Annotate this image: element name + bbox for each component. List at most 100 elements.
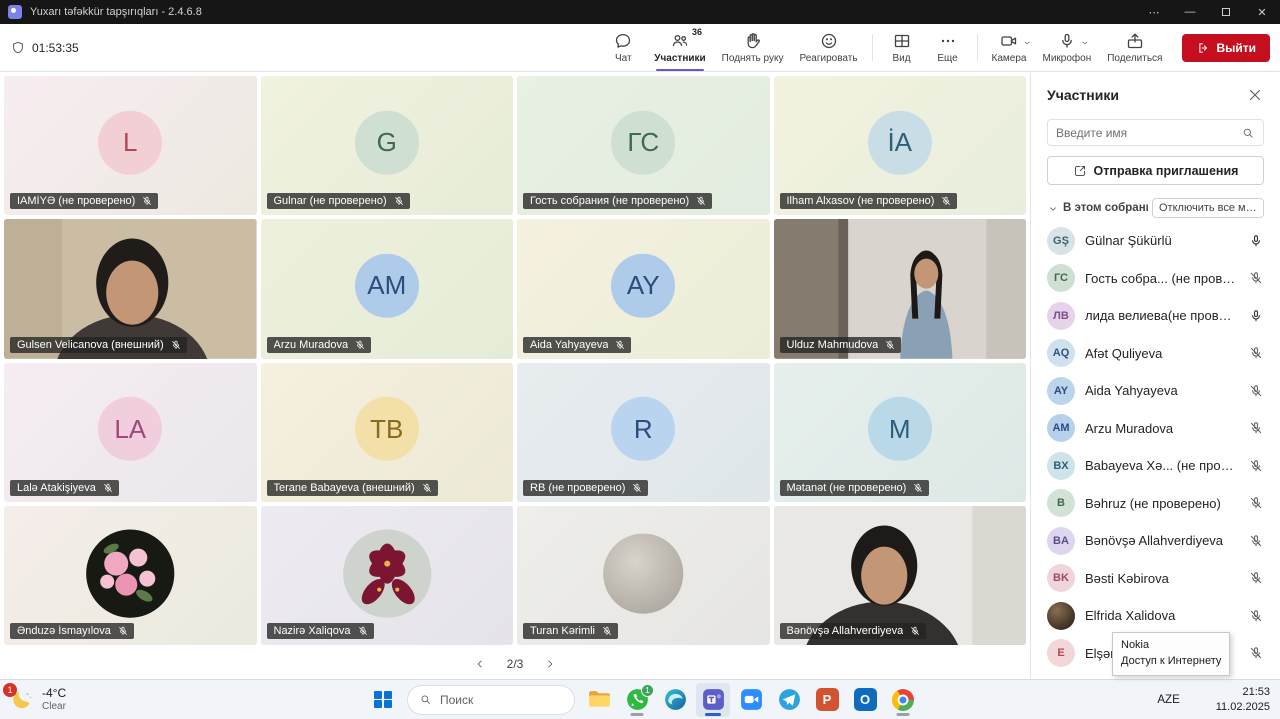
taskbar-app-telegram[interactable] — [772, 683, 806, 717]
chevron-down-icon[interactable] — [1022, 35, 1032, 45]
participant-row[interactable]: BXBabayeva Xə... (не проверено) — [1047, 447, 1264, 485]
participant-row[interactable]: GŞGülnar Şükürlü — [1047, 222, 1264, 260]
avatar: AY — [611, 254, 675, 318]
maximize-button[interactable] — [1208, 0, 1244, 24]
participant-row[interactable]: BK Bəsti Kəbirova — [1047, 560, 1264, 598]
edge-icon — [663, 687, 688, 712]
mic-off-icon[interactable] — [1248, 383, 1264, 399]
avatar: GŞ — [1047, 227, 1075, 255]
participant-name: Arzu Muradova — [274, 339, 349, 351]
avatar: AM — [355, 254, 419, 318]
video-tile[interactable]: Turan Kərimli — [517, 506, 770, 645]
taskbar-app-chrome[interactable] — [886, 683, 920, 717]
video-tile[interactable]: İAIlham Alxasov (не проверено) — [774, 76, 1027, 215]
clock-date: 11.02.2025 — [1216, 700, 1270, 715]
taskbar-app-outlook[interactable]: O — [848, 683, 882, 717]
minimize-button[interactable]: — — [1172, 0, 1208, 24]
taskbar-search[interactable]: Поиск — [407, 685, 575, 715]
weather-widget[interactable]: 1 -4°C Clear — [10, 680, 66, 719]
participant-row[interactable]: ГСГость собра... (не проверено) — [1047, 260, 1264, 298]
mic-icon[interactable] — [1248, 233, 1264, 249]
mic-off-icon[interactable] — [1248, 608, 1264, 624]
toolbar-item-chat[interactable]: Чат — [600, 24, 646, 71]
participant-name: Lalə Atakişiyeva — [17, 482, 96, 494]
leave-button[interactable]: Выйти — [1182, 34, 1270, 62]
video-tile[interactable]: LALalə Atakişiyeva — [4, 363, 257, 502]
avatar: BK — [1047, 564, 1075, 592]
video-tile[interactable]: Gulsen Velicanova (внешний) — [4, 219, 257, 358]
participant-row[interactable]: BBəhruz (не проверено) — [1047, 485, 1264, 523]
mic-off-icon[interactable] — [1248, 645, 1264, 661]
participant-name-label: Terane Babayeva (внешний) — [267, 480, 438, 496]
mic-off-icon[interactable] — [1248, 495, 1264, 511]
start-button[interactable] — [366, 683, 400, 717]
chevron-down-icon[interactable] — [1080, 35, 1090, 45]
notification-badge: 1 — [3, 683, 17, 697]
video-tile[interactable]: AM Arzu Muradova — [261, 219, 514, 358]
toolbar-item-share[interactable]: Поделиться — [1099, 24, 1170, 71]
mic-off-icon[interactable] — [1248, 570, 1264, 586]
video-tile[interactable]: LIAMİYƏ (не проверено) — [4, 76, 257, 215]
taskbar-app-edge[interactable] — [658, 683, 692, 717]
video-tile[interactable]: GGulnar (не проверено) — [261, 76, 514, 215]
participant-row[interactable]: AMArzu Muradova — [1047, 410, 1264, 448]
mute-all-button[interactable]: Отключить все мик... — [1152, 198, 1264, 218]
toolbar-item-raise-hand[interactable]: Поднять руку — [714, 24, 792, 71]
toolbar-item-view[interactable]: Вид — [879, 24, 925, 71]
window-more-button[interactable]: ⋯ — [1136, 0, 1172, 24]
participant-name-label: Гость собрания (не проверено) — [523, 193, 712, 209]
participant-search — [1047, 119, 1264, 146]
close-panel-button[interactable] — [1246, 86, 1264, 104]
taskbar-app-explorer[interactable] — [582, 683, 616, 717]
participant-row[interactable]: Elfrida Xalidova — [1047, 597, 1264, 635]
toolbar-item-more[interactable]: Еще — [925, 24, 971, 71]
mic-off-icon[interactable] — [1248, 458, 1264, 474]
language-indicator[interactable]: AZE — [1157, 694, 1179, 706]
participant-row[interactable]: BABənövşə Allahverdiyeva — [1047, 522, 1264, 560]
taskbar-app-whatsapp[interactable]: 1 — [620, 683, 654, 717]
video-tile[interactable]: Ulduz Mahmudova — [774, 219, 1027, 358]
avatar: AM — [1047, 414, 1075, 442]
toolbar-item-participants[interactable]: 36Участники — [646, 24, 713, 71]
video-tile[interactable]: TBTerane Babayeva (внешний) — [261, 363, 514, 502]
taskbar-app-powerpoint[interactable]: P — [810, 683, 844, 717]
participant-row[interactable]: AQAfət Quliyeva — [1047, 335, 1264, 373]
participant-row[interactable]: AYAida Yahyayeva — [1047, 372, 1264, 410]
video-tile[interactable]: ГСГость собрания (не проверено) — [517, 76, 770, 215]
taskbar-clock[interactable]: 21:53 11.02.2025 — [1216, 685, 1274, 715]
next-page-button[interactable] — [539, 653, 561, 675]
participant-search-input[interactable] — [1056, 126, 1235, 140]
participant-name-label: Ulduz Mahmudova — [780, 337, 902, 353]
send-invitation-label: Отправка приглашения — [1094, 164, 1239, 178]
participant-name: Bəsti Kəbirova — [1085, 571, 1238, 586]
participant-name-label: Lalə Atakişiyeva — [10, 480, 119, 496]
taskbar-app-zoom[interactable] — [734, 683, 768, 717]
previous-page-button[interactable] — [469, 653, 491, 675]
close-button[interactable]: ✕ — [1244, 0, 1280, 24]
mic-icon[interactable] — [1248, 308, 1264, 324]
video-tile[interactable]: Ənduzə İsmayılova — [4, 506, 257, 645]
mic-off-icon — [631, 482, 643, 494]
taskbar-app-teams[interactable] — [696, 683, 730, 717]
video-tile[interactable]: AYAida Yahyayeva — [517, 219, 770, 358]
mic-off-icon[interactable] — [1248, 533, 1264, 549]
taskbar-app-icons: 1 PO — [582, 683, 920, 717]
participant-name-label: Gulnar (не проверено) — [267, 193, 410, 209]
toolbar-item-react[interactable]: Реагировать — [791, 24, 865, 71]
video-tile[interactable]: Nazirə Xaliqova — [261, 506, 514, 645]
mic-off-icon[interactable] — [1248, 420, 1264, 436]
video-tile[interactable]: Bənövşə Allahverdiyeva — [774, 506, 1027, 645]
participant-row[interactable]: ЛВлида велиева(не проверено) — [1047, 297, 1264, 335]
video-tile[interactable]: MMətanət (не проверено) — [774, 363, 1027, 502]
send-invitation-button[interactable]: Отправка приглашения — [1047, 156, 1264, 185]
zoom-icon — [739, 687, 764, 712]
chevron-down-icon[interactable] — [1047, 202, 1059, 214]
toolbar-item-microphone[interactable]: Микрофон — [1034, 24, 1099, 71]
participant-name: лида велиева(не проверено) — [1085, 308, 1238, 323]
mic-off-icon[interactable] — [1248, 345, 1264, 361]
avatar-photo — [1047, 602, 1075, 630]
weather-temperature: -4°C — [42, 686, 66, 700]
video-tile[interactable]: RRB (не проверено) — [517, 363, 770, 502]
toolbar-item-camera[interactable]: Камера — [984, 24, 1035, 71]
mic-off-icon[interactable] — [1248, 270, 1264, 286]
